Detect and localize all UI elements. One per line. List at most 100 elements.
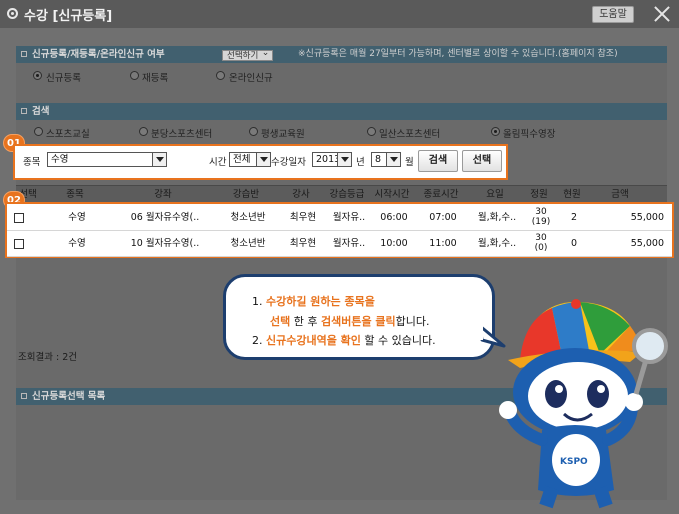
dimmed-window: 수강 [신규등록] 도움말 신규등록/재등록/온라인신규 여부 선택하기 ※신규… (0, 0, 679, 514)
time-value: 전체 (233, 154, 251, 165)
cell-start: 06:00 (380, 212, 408, 223)
target-icon (7, 8, 18, 19)
col-grade: 강습등급 (329, 189, 365, 200)
cell-class: 청소년반 (230, 212, 266, 223)
row-checkbox[interactable] (14, 213, 24, 223)
col-price: 금액 (611, 189, 629, 200)
chevron-down-icon (152, 153, 166, 166)
col-start: 시작시간 (374, 189, 410, 200)
cell-teacher: 최우현 (289, 212, 317, 223)
sport-value: 수영 (51, 154, 69, 165)
chevron-down-icon (337, 153, 351, 166)
time-select[interactable]: 전체 (229, 152, 271, 167)
time-label: 시간 (209, 157, 227, 168)
line3-highlight: 신규수강내역을 확인 (266, 334, 361, 347)
radio-center[interactable] (34, 127, 43, 136)
cell-end: 11:00 (429, 238, 457, 249)
chevron-down-icon (256, 153, 270, 166)
row-checkbox[interactable] (14, 239, 24, 249)
cell-days: 월,화,수.. (477, 212, 517, 223)
selection-list-heading: 신규등록선택 목록 (32, 391, 106, 402)
radio-new[interactable] (33, 71, 42, 80)
center-label: 평생교육원 (261, 129, 305, 140)
radio-center[interactable] (249, 127, 258, 136)
cell-grade: 월자유.. (332, 212, 366, 223)
capacity-value: 30 (535, 207, 547, 217)
instruction-line-1: 1. 수강하길 원하는 종목을 (252, 293, 375, 309)
search-header: 검색 (16, 103, 667, 120)
cell-sport: 수영 (68, 238, 86, 249)
line2-bold: 검색버튼을 클릭 (321, 315, 396, 328)
col-course: 강좌 (154, 189, 172, 200)
date-label: 수강일자 (271, 157, 306, 168)
select-button[interactable]: 선택 (462, 150, 502, 172)
center-label: 올림픽수영장 (503, 129, 556, 140)
line2-middle: 한 후 (293, 315, 318, 328)
reg-option-label: 신규등록 (46, 73, 81, 84)
radio-center[interactable] (491, 127, 500, 136)
month-unit: 월 (405, 157, 414, 168)
col-sport: 종목 (66, 189, 84, 200)
radio-center[interactable] (367, 127, 376, 136)
month-select[interactable]: 8 (371, 152, 401, 167)
section-square-icon (21, 393, 27, 399)
col-end: 종료시간 (423, 189, 459, 200)
cell-course: 10 월자유수영(.. (130, 238, 200, 249)
line1-highlight: 수강하길 원하는 종목을 (266, 295, 375, 308)
center-label: 일산스포츠센터 (379, 129, 441, 140)
reg-type-heading: 신규등록/재등록/온라인신규 여부 (32, 49, 165, 60)
cell-capacity: 30 (19) (526, 205, 556, 231)
reg-note: ※신규등록은 매월 27일부터 가능하며, 센터별로 상이할 수 있습니다.(홈… (298, 49, 618, 59)
cell-start: 10:00 (380, 238, 408, 249)
radio-center[interactable] (139, 127, 148, 136)
line3-number: 2. (252, 334, 263, 347)
line2-end: 합니다. (395, 315, 430, 328)
cell-course: 06 월자유수영(.. (130, 212, 200, 223)
table-body-highlight: 수영 06 월자유수영(.. 청소년반 최우현 월자유.. 06:00 07:0… (5, 202, 674, 258)
reg-select-button[interactable]: 선택하기 (222, 48, 274, 61)
table-row[interactable]: 수영 06 월자유수영(.. 청소년반 최우현 월자유.. 06:00 07:0… (7, 205, 672, 231)
year-unit: 년 (356, 157, 365, 168)
search-heading: 검색 (32, 106, 50, 117)
center-label: 스포츠교실 (46, 129, 90, 140)
center-label: 분당스포츠센터 (151, 129, 213, 140)
cell-current: 0 (570, 238, 578, 249)
year-select[interactable]: 2013 (312, 152, 352, 167)
cell-current: 2 (570, 212, 578, 223)
radio-online[interactable] (216, 71, 225, 80)
cell-grade: 월자유.. (332, 238, 366, 249)
cell-capacity: 30 (0) (526, 231, 556, 257)
capacity-sub: (0) (534, 243, 548, 253)
reg-option-label: 온라인신규 (229, 73, 273, 84)
sport-label: 종목 (23, 157, 41, 168)
close-icon[interactable] (652, 4, 672, 24)
col-class: 강습반 (232, 189, 260, 200)
window-title: 수강 [신규등록] (24, 9, 113, 24)
col-teacher: 강사 (292, 189, 310, 200)
table-header: 선택 종목 강좌 강습반 강사 강습등급 시작시간 종료시간 요일 정원 현원 … (16, 185, 667, 203)
section-square-icon (21, 108, 27, 114)
capacity-sub: (19) (531, 217, 551, 227)
col-capacity: 정원 (530, 189, 548, 200)
mascot-icon: KSPO (499, 299, 668, 509)
table-row[interactable]: 수영 10 월자유수영(.. 청소년반 최우현 월자유.. 10:00 11:0… (7, 231, 672, 257)
line3-end: 할 수 있습니다. (364, 334, 436, 347)
result-count: 조회결과 : 2건 (18, 352, 77, 363)
cell-days: 월,화,수.. (477, 238, 517, 249)
search-button[interactable]: 검색 (418, 150, 458, 172)
cell-class: 청소년반 (230, 238, 266, 249)
month-value: 8 (375, 154, 382, 165)
line1-number: 1. (252, 295, 263, 308)
line2-highlight: 선택 (270, 315, 291, 328)
cell-teacher: 최우현 (289, 238, 317, 249)
radio-renew[interactable] (130, 71, 139, 80)
instruction-bubble: 1. 수강하길 원하는 종목을 선택 한 후 검색버튼을 클릭합니다. 2. 신… (223, 274, 495, 360)
cell-price: 55,000 (630, 212, 664, 223)
title-bar: 수강 [신규등록] 도움말 (0, 0, 679, 28)
instruction-line-2: 선택 한 후 검색버튼을 클릭합니다. (270, 313, 430, 329)
sport-select[interactable]: 수영 (47, 152, 167, 167)
help-button[interactable]: 도움말 (592, 6, 634, 23)
col-current: 현원 (563, 189, 581, 200)
instruction-line-3: 2. 신규수강내역을 확인 할 수 있습니다. (252, 332, 436, 348)
section-square-icon (21, 51, 27, 57)
